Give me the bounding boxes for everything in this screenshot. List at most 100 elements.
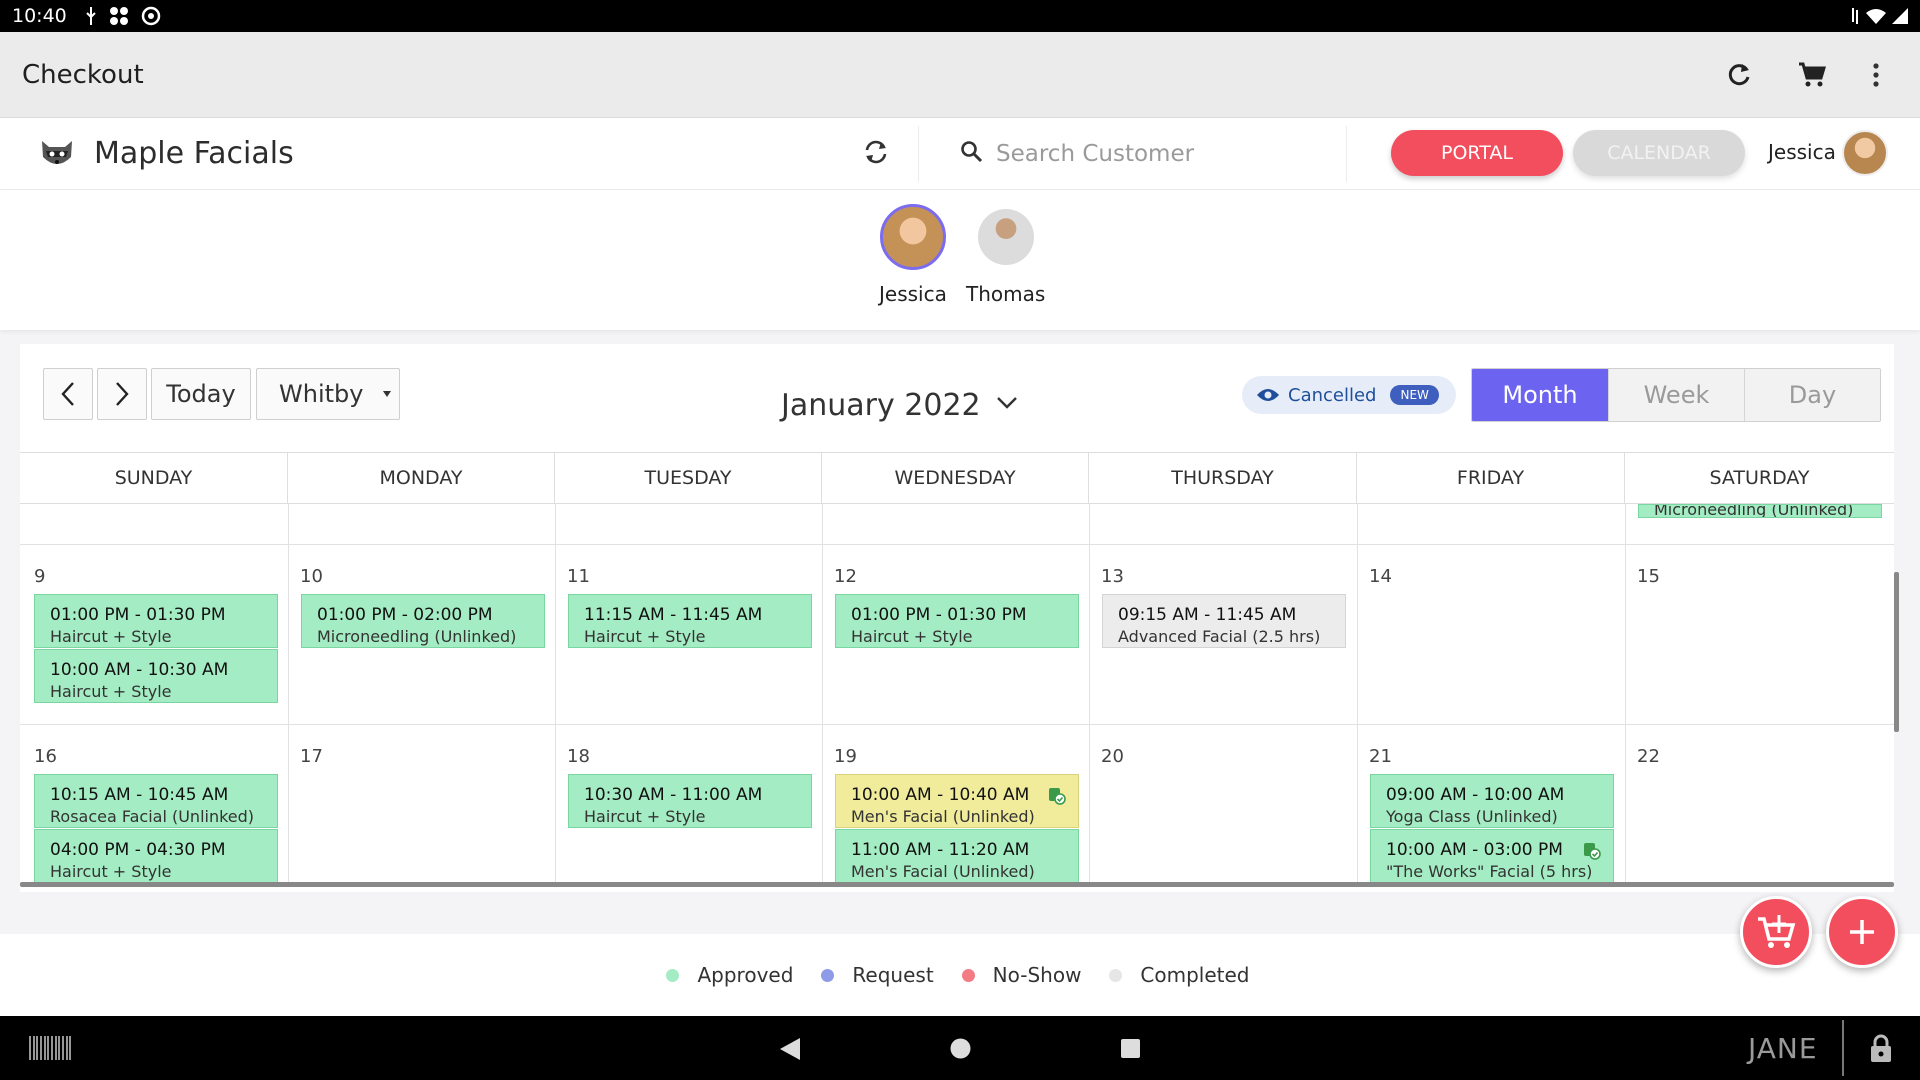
checked-in-icon <box>1049 788 1066 805</box>
day-number[interactable]: 15 <box>1637 566 1660 587</box>
back-icon[interactable] <box>780 1038 800 1060</box>
event-time: 11:15 AM - 11:45 AM <box>584 605 763 625</box>
event-service: Microneedling (Unlinked) <box>1654 504 1854 518</box>
event-service: "The Works" Facial (5 hrs) <box>1386 862 1593 881</box>
add-appointment-button[interactable] <box>1826 896 1898 968</box>
status-bar: 10:40 <box>0 0 1920 32</box>
barcode-icon[interactable] <box>28 1036 72 1060</box>
calendar-event[interactable]: 01:00 PM - 01:30 PM Haircut + Style <box>34 594 278 648</box>
day-number[interactable]: 14 <box>1369 566 1392 587</box>
recents-icon[interactable] <box>1121 1039 1140 1058</box>
location-value: Whitby <box>279 380 364 408</box>
view-day-button[interactable]: Day <box>1744 369 1880 421</box>
event-time: 04:00 PM - 04:30 PM <box>50 840 226 860</box>
day-number[interactable]: 20 <box>1101 746 1124 767</box>
legend-request: Request <box>821 963 934 987</box>
sync-icon[interactable] <box>862 138 890 166</box>
calendar-event[interactable]: 11:15 AM - 11:45 AM Haircut + Style <box>568 594 812 648</box>
new-badge: NEW <box>1390 385 1439 405</box>
horizontal-scrollbar[interactable] <box>20 882 1894 887</box>
today-button[interactable]: Today <box>151 368 251 420</box>
day-number[interactable]: 13 <box>1101 566 1124 587</box>
day-number[interactable]: 9 <box>34 566 45 587</box>
calendar-event[interactable]: 01:00 PM - 01:30 PM Haircut + Style <box>835 594 1079 648</box>
month-grid: SUNDAY MONDAY TUESDAY WEDNESDAY THURSDAY… <box>20 452 1894 886</box>
staff-selector: Jessica Thomas <box>0 190 1920 330</box>
calendar-event[interactable]: 10:30 AM - 11:00 AM Haircut + Style <box>568 774 812 828</box>
event-service: Rosacea Facial (Unlinked) <box>50 807 255 826</box>
current-user-name: Jessica <box>1768 140 1836 164</box>
chevron-down-icon[interactable] <box>996 396 1018 410</box>
legend-completed: Completed <box>1109 963 1250 987</box>
event-time: 10:30 AM - 11:00 AM <box>584 785 763 805</box>
event-time: 01:00 PM - 02:00 PM <box>317 605 493 625</box>
cancelled-label: Cancelled <box>1288 384 1377 406</box>
day-number[interactable]: 18 <box>567 746 590 767</box>
calendar-event[interactable]: 10:00 AM - 10:30 AM Haircut + Style <box>34 649 278 703</box>
view-week-button[interactable]: Week <box>1608 369 1744 421</box>
event-service: Microneedling (Unlinked) <box>317 627 517 646</box>
calendar-event[interactable]: 10:00 AM - 03:00 PM "The Works" Facial (… <box>1370 829 1614 883</box>
add-to-cart-button[interactable] <box>1740 896 1812 968</box>
weekday-header: FRIDAY <box>1357 452 1625 504</box>
month-title[interactable]: January 2022 <box>781 388 981 423</box>
lock-icon[interactable] <box>1870 1034 1892 1062</box>
device-user-label: JANE <box>1748 1032 1818 1065</box>
vertical-scrollbar[interactable] <box>1894 572 1899 732</box>
more-vert-icon[interactable] <box>1872 62 1880 87</box>
portal-button[interactable]: PORTAL <box>1391 130 1563 176</box>
weekday-header: SATURDAY <box>1625 452 1894 504</box>
chevron-left-icon <box>61 382 74 406</box>
day-number[interactable]: 17 <box>300 746 323 767</box>
calendar-event[interactable]: 11:00 AM - 11:20 AM Men's Facial (Unlink… <box>835 829 1079 883</box>
app-grid-icon <box>109 7 128 25</box>
user-avatar[interactable] <box>1842 130 1888 176</box>
view-switcher: Month Week Day <box>1471 368 1881 422</box>
search-customer-input[interactable] <box>996 134 1316 174</box>
cancelled-toggle[interactable]: Cancelled NEW <box>1242 376 1456 414</box>
home-icon[interactable] <box>950 1038 971 1059</box>
day-number[interactable]: 16 <box>34 746 57 767</box>
prev-month-button[interactable] <box>43 368 93 420</box>
event-time: 10:15 AM - 10:45 AM <box>50 785 229 805</box>
day-number[interactable]: 11 <box>567 566 590 587</box>
refresh-icon[interactable] <box>1726 62 1752 88</box>
signal-icon <box>1892 8 1908 24</box>
day-number[interactable]: 10 <box>300 566 323 587</box>
calendar-event[interactable]: 10:00 AM - 10:40 AM Men's Facial (Unlink… <box>835 774 1079 828</box>
staff-jessica[interactable]: Jessica <box>879 204 947 306</box>
weekday-header: SUNDAY <box>20 452 288 504</box>
checked-in-icon <box>1584 843 1601 860</box>
calendar-event[interactable]: 01:00 PM - 02:00 PM Microneedling (Unlin… <box>301 594 545 648</box>
wifi-icon <box>1866 9 1886 24</box>
cart-icon[interactable] <box>1798 62 1826 88</box>
staff-thomas[interactable]: Thomas <box>966 204 1045 306</box>
view-month-button[interactable]: Month <box>1472 369 1608 421</box>
event-time: 01:00 PM - 01:30 PM <box>50 605 226 625</box>
day-number[interactable]: 19 <box>834 746 857 767</box>
weekday-header: THURSDAY <box>1089 452 1357 504</box>
day-number[interactable]: 12 <box>834 566 857 587</box>
calendar-button[interactable]: CALENDAR <box>1573 130 1745 176</box>
event-time: 09:15 AM - 11:45 AM <box>1118 605 1297 625</box>
calendar-event[interactable]: 10:15 AM - 10:45 AM Rosacea Facial (Unli… <box>34 774 278 828</box>
calendar-event[interactable]: 09:15 AM - 11:45 AM Advanced Facial (2.5… <box>1102 594 1346 648</box>
calendar-event[interactable]: Microneedling (Unlinked) <box>1638 504 1882 518</box>
event-service: Haircut + Style <box>50 862 172 881</box>
event-time: 11:00 AM - 11:20 AM <box>851 840 1030 860</box>
eye-icon <box>1257 389 1279 401</box>
next-month-button[interactable] <box>97 368 147 420</box>
calendar-event[interactable]: 09:00 AM - 10:00 AM Yoga Class (Unlinked… <box>1370 774 1614 828</box>
header-divider <box>918 126 919 182</box>
location-select[interactable]: Whitby <box>256 368 400 420</box>
event-service: Men's Facial (Unlinked) <box>851 862 1035 881</box>
day-number[interactable]: 21 <box>1369 746 1392 767</box>
avatar <box>977 209 1034 265</box>
data-transfer-icon <box>1852 8 1858 24</box>
weekday-header: TUESDAY <box>555 452 822 504</box>
day-number[interactable]: 22 <box>1637 746 1660 767</box>
legend-approved: Approved <box>666 963 793 987</box>
add-cart-icon <box>1758 915 1796 948</box>
calendar-event[interactable]: 04:00 PM - 04:30 PM Haircut + Style <box>34 829 278 883</box>
header-divider <box>1346 126 1347 182</box>
